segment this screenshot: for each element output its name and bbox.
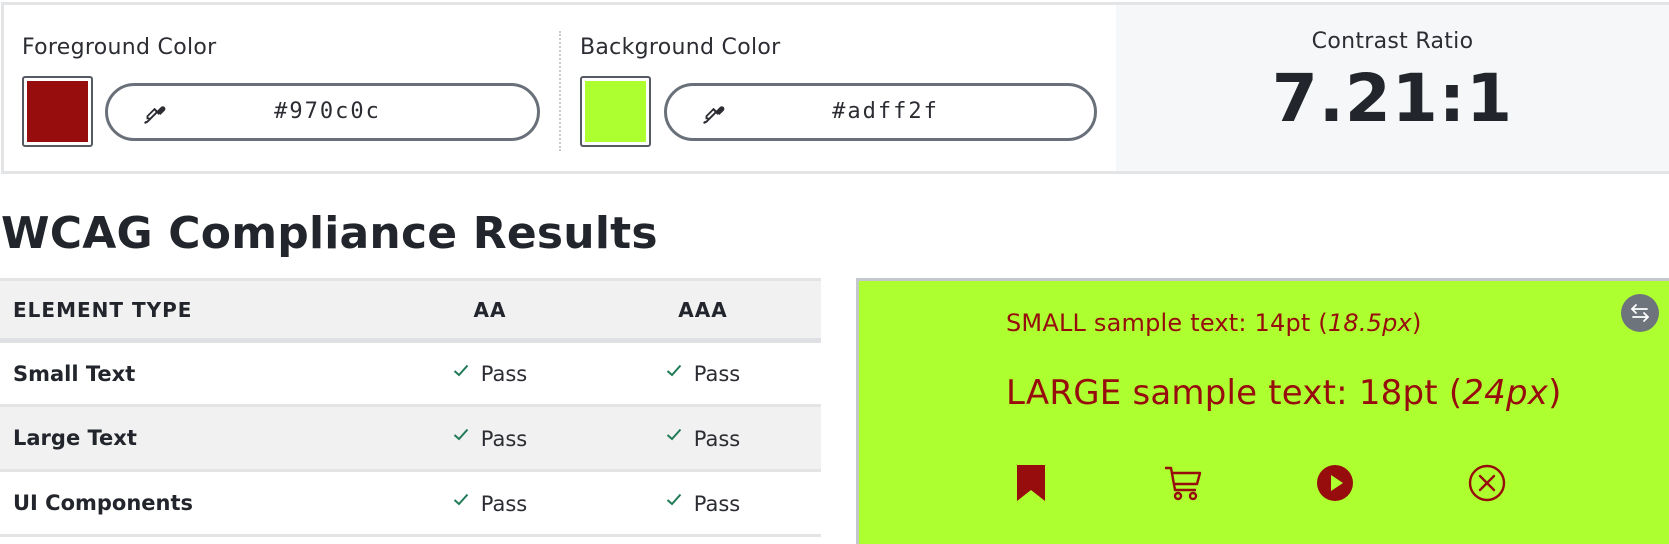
column-header-element-type: ELEMENT TYPE [13,297,193,322]
aa-result-text: Pass [480,362,528,386]
large-sample-text: LARGE sample text: 18pt (24px) [1006,373,1562,413]
column-header-aa: AA [473,297,507,322]
aa-result-cell: Pass [395,406,585,471]
background-hex-field [664,82,1097,141]
large-sample-prefix: LARGE sample text: 18pt ( [1006,373,1463,413]
large-sample-px: 24px [1462,373,1549,413]
wcag-results-title: WCAG Compliance Results [1,208,658,259]
element-type-cell: UI Components [13,491,194,515]
aaa-result-cell: Pass [585,471,821,536]
foreground-hex-field [105,82,540,141]
table-header-row: ELEMENT TYPE AA AAA [0,279,821,341]
sample-icons-row [1009,461,1617,505]
foreground-swatch[interactable] [22,76,93,147]
foreground-color-row [22,76,561,147]
small-sample-text: SMALL sample text: 14pt (18.5px) [1006,309,1422,337]
swap-arrows-icon [1631,304,1649,322]
check-icon [453,428,468,441]
aa-result-text: Pass [480,426,528,451]
background-color-row [580,76,1116,147]
aaa-result-text: Pass [693,426,741,451]
aaa-result-text: Pass [693,362,741,386]
check-icon [453,493,468,506]
check-icon [666,364,681,376]
play-icon [1313,461,1357,505]
large-sample-suffix: ) [1548,373,1562,413]
small-sample-prefix: SMALL sample text: 14pt ( [1006,309,1328,337]
aa-result-cell: Pass [395,341,585,406]
column-header-aaa: AAA [678,297,728,322]
foreground-hex-input[interactable] [108,99,537,124]
check-icon [453,364,468,376]
small-sample-suffix: ) [1411,309,1422,337]
table-row: UI Components Pass Pass [0,471,821,536]
element-type-cell: Large Text [13,426,137,450]
sample-preview-panel: SMALL sample text: 14pt (18.5px) LARGE s… [856,278,1669,544]
cart-icon [1161,461,1205,505]
small-sample-px: 18.5px [1327,309,1412,337]
background-hex-input[interactable] [667,99,1094,124]
check-icon [666,428,681,441]
contrast-ratio-box: Contrast Ratio 7.21:1 [1116,5,1669,171]
wcag-results-table: ELEMENT TYPE AA AAA Small Text Pass Pass… [0,278,821,537]
foreground-color-label: Foreground Color [22,35,217,60]
background-swatch-fill [585,81,646,142]
contrast-ratio-label: Contrast Ratio [1311,29,1474,54]
bookmark-icon [1009,461,1053,505]
aa-result-text: Pass [480,491,528,516]
background-swatch[interactable] [580,76,651,147]
color-picker-panel: Foreground Color Background Color [1,2,1669,174]
element-type-cell: Small Text [13,361,136,386]
background-color-label: Background Color [580,35,781,60]
swap-colors-button[interactable] [1621,294,1659,332]
aaa-result-cell: Pass [585,341,821,406]
table-row: Small Text Pass Pass [0,341,821,406]
aaa-result-cell: Pass [585,406,821,471]
eyedropper-icon[interactable] [142,100,168,126]
check-icon [666,493,681,506]
table-row: Large Text Pass Pass [0,405,821,471]
background-color-group: Background Color [561,5,1116,171]
foreground-swatch-fill [27,81,88,142]
aa-result-cell: Pass [395,471,585,536]
eyedropper-icon[interactable] [701,100,727,126]
aaa-result-text: Pass [693,491,741,516]
contrast-ratio-value: 7.21:1 [1271,60,1514,137]
close-circle-icon [1465,461,1509,505]
foreground-color-group: Foreground Color [4,5,561,171]
